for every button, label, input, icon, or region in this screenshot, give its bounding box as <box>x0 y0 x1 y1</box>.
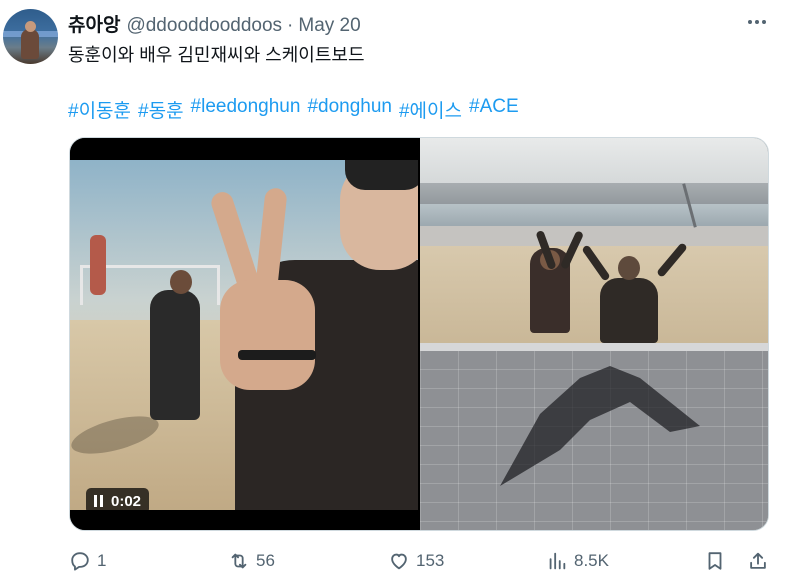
avatar[interactable] <box>3 9 58 64</box>
hashtag-link[interactable]: #ACE <box>469 96 519 123</box>
tweet-header: 츄아앙 @ddooddooddoos · May 20 <box>68 10 361 37</box>
pause-icon <box>94 495 103 507</box>
video-pause-button[interactable]: 0:02 <box>86 488 150 514</box>
video-player[interactable]: 0:02 <box>70 138 418 530</box>
hashtag-link[interactable]: #leedonghun <box>191 96 301 123</box>
like-icon <box>391 553 407 570</box>
media-grid: 0:02 <box>69 137 769 531</box>
hashtag-link[interactable]: #동훈 <box>138 96 184 123</box>
video-timestamp: 0:02 <box>111 492 142 510</box>
views-button[interactable]: 8.5K <box>546 546 609 576</box>
display-name[interactable]: 츄아앙 <box>68 10 120 37</box>
retweet-button[interactable]: 56 <box>228 546 275 576</box>
tweet-date[interactable]: May 20 <box>298 15 360 37</box>
share-icon <box>750 552 766 569</box>
like-count: 153 <box>416 551 445 570</box>
views-icon <box>549 552 566 570</box>
hashtag-link[interactable]: #donghun <box>307 96 392 123</box>
video-frame <box>70 160 418 510</box>
share-button[interactable] <box>747 546 769 576</box>
reply-count: 1 <box>97 551 107 570</box>
like-button[interactable]: 153 <box>388 546 444 576</box>
reply-button[interactable]: 1 <box>69 546 106 576</box>
tweet-text: 동훈이와 배우 김민재씨와 스케이트보드 <box>68 45 365 65</box>
retweet-icon <box>231 553 247 569</box>
action-bar: 1 56 153 8.5K <box>0 546 800 576</box>
photo[interactable] <box>420 138 768 530</box>
separator-dot: · <box>287 15 294 36</box>
user-handle[interactable]: @ddooddooddoos <box>126 15 282 37</box>
hashtag-link[interactable]: #이동훈 <box>68 96 131 123</box>
more-icon[interactable] <box>742 12 772 32</box>
bookmark-button[interactable] <box>704 546 726 576</box>
bookmark-icon <box>708 552 722 570</box>
reply-icon <box>71 552 89 571</box>
views-count: 8.5K <box>574 551 609 570</box>
hashtag-link[interactable]: #에이스 <box>399 96 462 123</box>
retweet-count: 56 <box>256 551 275 570</box>
hashtag-list: #이동훈 #동훈 #leedonghun #donghun #에이스 #ACE <box>68 96 519 123</box>
